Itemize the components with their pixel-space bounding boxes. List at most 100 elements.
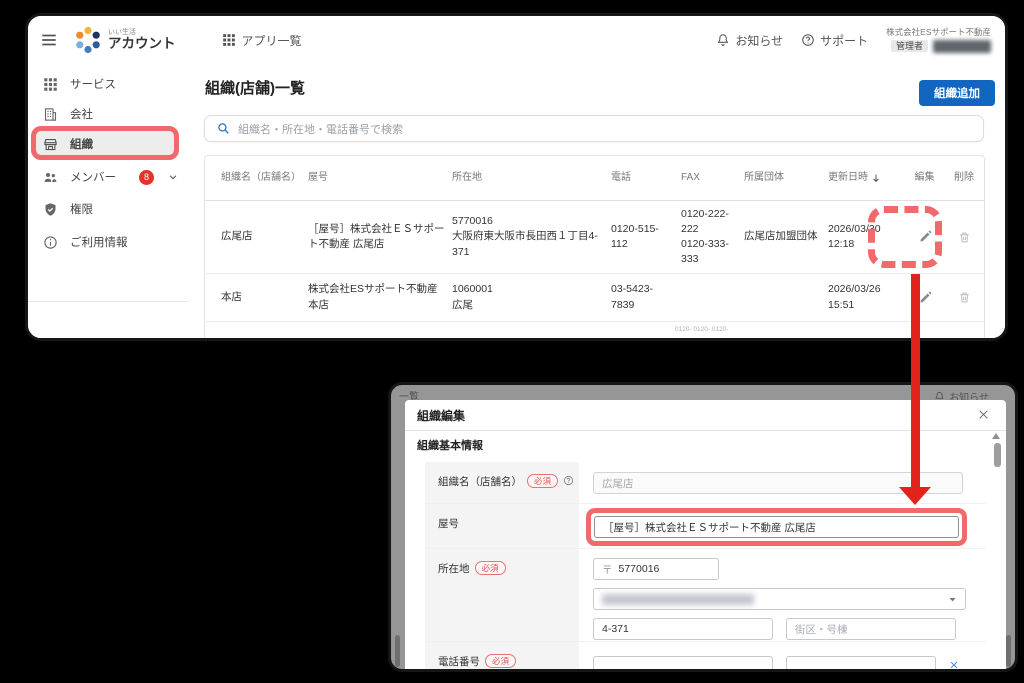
backdrop-scrollbar-left bbox=[395, 635, 400, 667]
cell-tel: 03-5423-7839 bbox=[611, 283, 654, 311]
account-info[interactable]: 株式会社ESサポート不動産 管理者 bbox=[886, 27, 991, 53]
form-row-trade-name: 屋号 ［屋号］株式会社ＥＳサポート不動産 広尾店 bbox=[425, 504, 986, 549]
table-row-clipped: 0120- 0120- 0120- bbox=[205, 322, 984, 338]
table-row: 本店 株式会社ESサポート不動産 本店 1060001 広尾 03-5423-7… bbox=[205, 274, 984, 322]
sidebar-item-permissions[interactable]: 権限 bbox=[28, 196, 188, 222]
add-organization-button[interactable]: 組織追加 bbox=[919, 80, 995, 106]
building-placeholder: 街区・号棟 bbox=[795, 623, 848, 636]
col-header-group: 所属団体 bbox=[744, 171, 784, 183]
sidebar: サービス 会社 組織 メンバー 8 権限 ご利用情報 bbox=[28, 64, 189, 338]
address-select[interactable] bbox=[593, 588, 966, 610]
required-badge: 必須 bbox=[474, 561, 506, 576]
sidebar-label: 組織 bbox=[70, 139, 93, 151]
app-list-button[interactable]: アプリ一覧 bbox=[222, 32, 302, 49]
col-header-address: 所在地 bbox=[452, 171, 482, 183]
phone-input-2[interactable] bbox=[786, 656, 936, 669]
grid-icon bbox=[43, 77, 58, 92]
logo-ring-icon bbox=[74, 26, 102, 54]
modal-scrollbar[interactable] bbox=[994, 443, 1001, 467]
search-input[interactable]: 組織名・所在地・電話番号で検索 bbox=[204, 115, 984, 142]
phone-input-1[interactable] bbox=[593, 656, 773, 669]
building-input[interactable]: 街区・号棟 bbox=[786, 618, 956, 640]
search-placeholder: 組織名・所在地・電話番号で検索 bbox=[238, 123, 403, 136]
role-badge: 管理者 bbox=[890, 39, 928, 53]
sidebar-item-organization[interactable]: 組織 bbox=[28, 131, 188, 157]
col-header-updated[interactable]: 更新日時 bbox=[828, 171, 905, 186]
building-icon bbox=[43, 107, 58, 122]
user-name-redacted bbox=[933, 39, 991, 53]
cell-address: 1060001 広尾 bbox=[452, 283, 493, 311]
delete-button[interactable] bbox=[944, 231, 984, 244]
required-badge: 必須 bbox=[485, 654, 517, 669]
logo-title: アカウント bbox=[108, 35, 176, 51]
sidebar-label: 権限 bbox=[70, 204, 93, 216]
sidebar-item-members[interactable]: メンバー 8 bbox=[28, 164, 188, 190]
cell-address: 5770016 大阪府東大阪市長田西１丁目4-371 bbox=[452, 215, 598, 258]
org-list-window: いい生活 アカウント アプリ一覧 お知らせ サポート 株式会社ESサポート不動産… bbox=[25, 13, 1008, 341]
delete-button[interactable] bbox=[944, 291, 984, 304]
phone-label: 電話番号 bbox=[438, 656, 480, 668]
apps-grid-icon bbox=[222, 33, 236, 47]
cell-tel: 0120-515-112 bbox=[611, 222, 659, 250]
cell-name: 本店 bbox=[221, 290, 242, 303]
modal-section-title: 組織基本情報 bbox=[417, 440, 483, 452]
company-name: 株式会社ESサポート不動産 bbox=[886, 27, 991, 38]
caret-down-icon bbox=[948, 595, 957, 604]
trade-name-input[interactable]: ［屋号］株式会社ＥＳサポート不動産 広尾店 bbox=[594, 516, 959, 538]
cell-group: 広尾店加盟団体 bbox=[744, 230, 818, 243]
shield-check-icon bbox=[43, 202, 58, 217]
trade-name-highlight-box: ［屋号］株式会社ＥＳサポート不動産 広尾店 bbox=[586, 508, 967, 546]
app-logo[interactable]: いい生活 アカウント bbox=[74, 26, 176, 54]
close-icon[interactable] bbox=[977, 408, 990, 421]
col-header-edit: 編集 bbox=[914, 171, 935, 183]
help-circle-icon[interactable] bbox=[563, 475, 574, 486]
sidebar-label: 会社 bbox=[70, 109, 93, 121]
page-title: 組織(店舗)一覧 bbox=[205, 80, 305, 97]
col-header-trade: 屋号 bbox=[308, 171, 328, 183]
app-list-label: アプリ一覧 bbox=[241, 33, 302, 48]
member-count-badge: 8 bbox=[139, 169, 154, 185]
cell-updated: 2026/03/26 15:51 bbox=[828, 283, 881, 311]
org-name-label: 組織名（店舗名） bbox=[438, 476, 522, 488]
sidebar-divider bbox=[28, 301, 188, 302]
notifications-button[interactable]: お知らせ bbox=[716, 32, 783, 49]
sidebar-item-company[interactable]: 会社 bbox=[28, 101, 188, 127]
block-number-input[interactable]: 4-371 bbox=[593, 618, 773, 640]
chevron-down-icon[interactable] bbox=[168, 172, 178, 182]
address-label: 所在地 bbox=[438, 563, 470, 575]
scrollbar-up-arrow[interactable] bbox=[992, 433, 1000, 439]
app-header: いい生活 アカウント アプリ一覧 お知らせ サポート 株式会社ESサポート不動産… bbox=[28, 16, 1005, 65]
cell-trade: 株式会社ESサポート不動産 本店 bbox=[308, 283, 438, 311]
help-circle-icon bbox=[801, 33, 815, 47]
required-badge: 必須 bbox=[527, 474, 559, 489]
form-row-phone: 電話番号 必須 bbox=[425, 642, 986, 669]
sort-desc-icon[interactable] bbox=[871, 173, 881, 183]
clipped-row-fragment: 0120- 0120- 0120- bbox=[675, 326, 729, 333]
search-icon bbox=[217, 122, 230, 135]
remove-phone-icon[interactable] bbox=[949, 660, 959, 669]
modal-title: 組織編集 bbox=[417, 409, 466, 423]
form-row-address: 所在地 必須 〒 5770016 4-371 街区・号棟 bbox=[425, 549, 986, 642]
hamburger-menu-icon[interactable] bbox=[40, 31, 58, 49]
postal-mark: 〒 bbox=[602, 563, 613, 576]
bell-icon bbox=[716, 33, 730, 47]
annotation-arrow-line bbox=[911, 274, 920, 488]
postal-code-input[interactable]: 〒 5770016 bbox=[593, 558, 719, 580]
org-edit-window: 一覧 お知らせ 組織編集 組織基本情報 組織名（店舗名） 必須 広尾店 屋号 ［… bbox=[388, 382, 1018, 672]
trade-name-label: 屋号 bbox=[438, 518, 459, 530]
people-icon bbox=[43, 170, 58, 185]
dimmed-backdrop-header: 一覧 お知らせ bbox=[391, 385, 1015, 401]
sidebar-label: ご利用情報 bbox=[70, 237, 128, 249]
support-button[interactable]: サポート bbox=[801, 32, 868, 49]
notifications-label: お知らせ bbox=[735, 33, 784, 48]
info-circle-icon bbox=[43, 235, 58, 250]
sidebar-label: メンバー bbox=[70, 172, 116, 184]
col-header-delete: 削除 bbox=[954, 171, 974, 183]
main-content: 組織(店舗)一覧 組織追加 組織名・所在地・電話番号で検索 組織名（店舗名） 屋… bbox=[188, 64, 1005, 338]
edit-highlight-dashed-box bbox=[868, 206, 942, 268]
store-icon bbox=[43, 137, 58, 152]
support-label: サポート bbox=[820, 33, 869, 48]
sidebar-item-usage-info[interactable]: ご利用情報 bbox=[28, 229, 188, 255]
sidebar-item-services[interactable]: サービス bbox=[28, 71, 188, 97]
table-header-row: 組織名（店舗名） 屋号 所在地 電話 FAX 所属団体 更新日時 編集 削除 bbox=[205, 156, 984, 201]
